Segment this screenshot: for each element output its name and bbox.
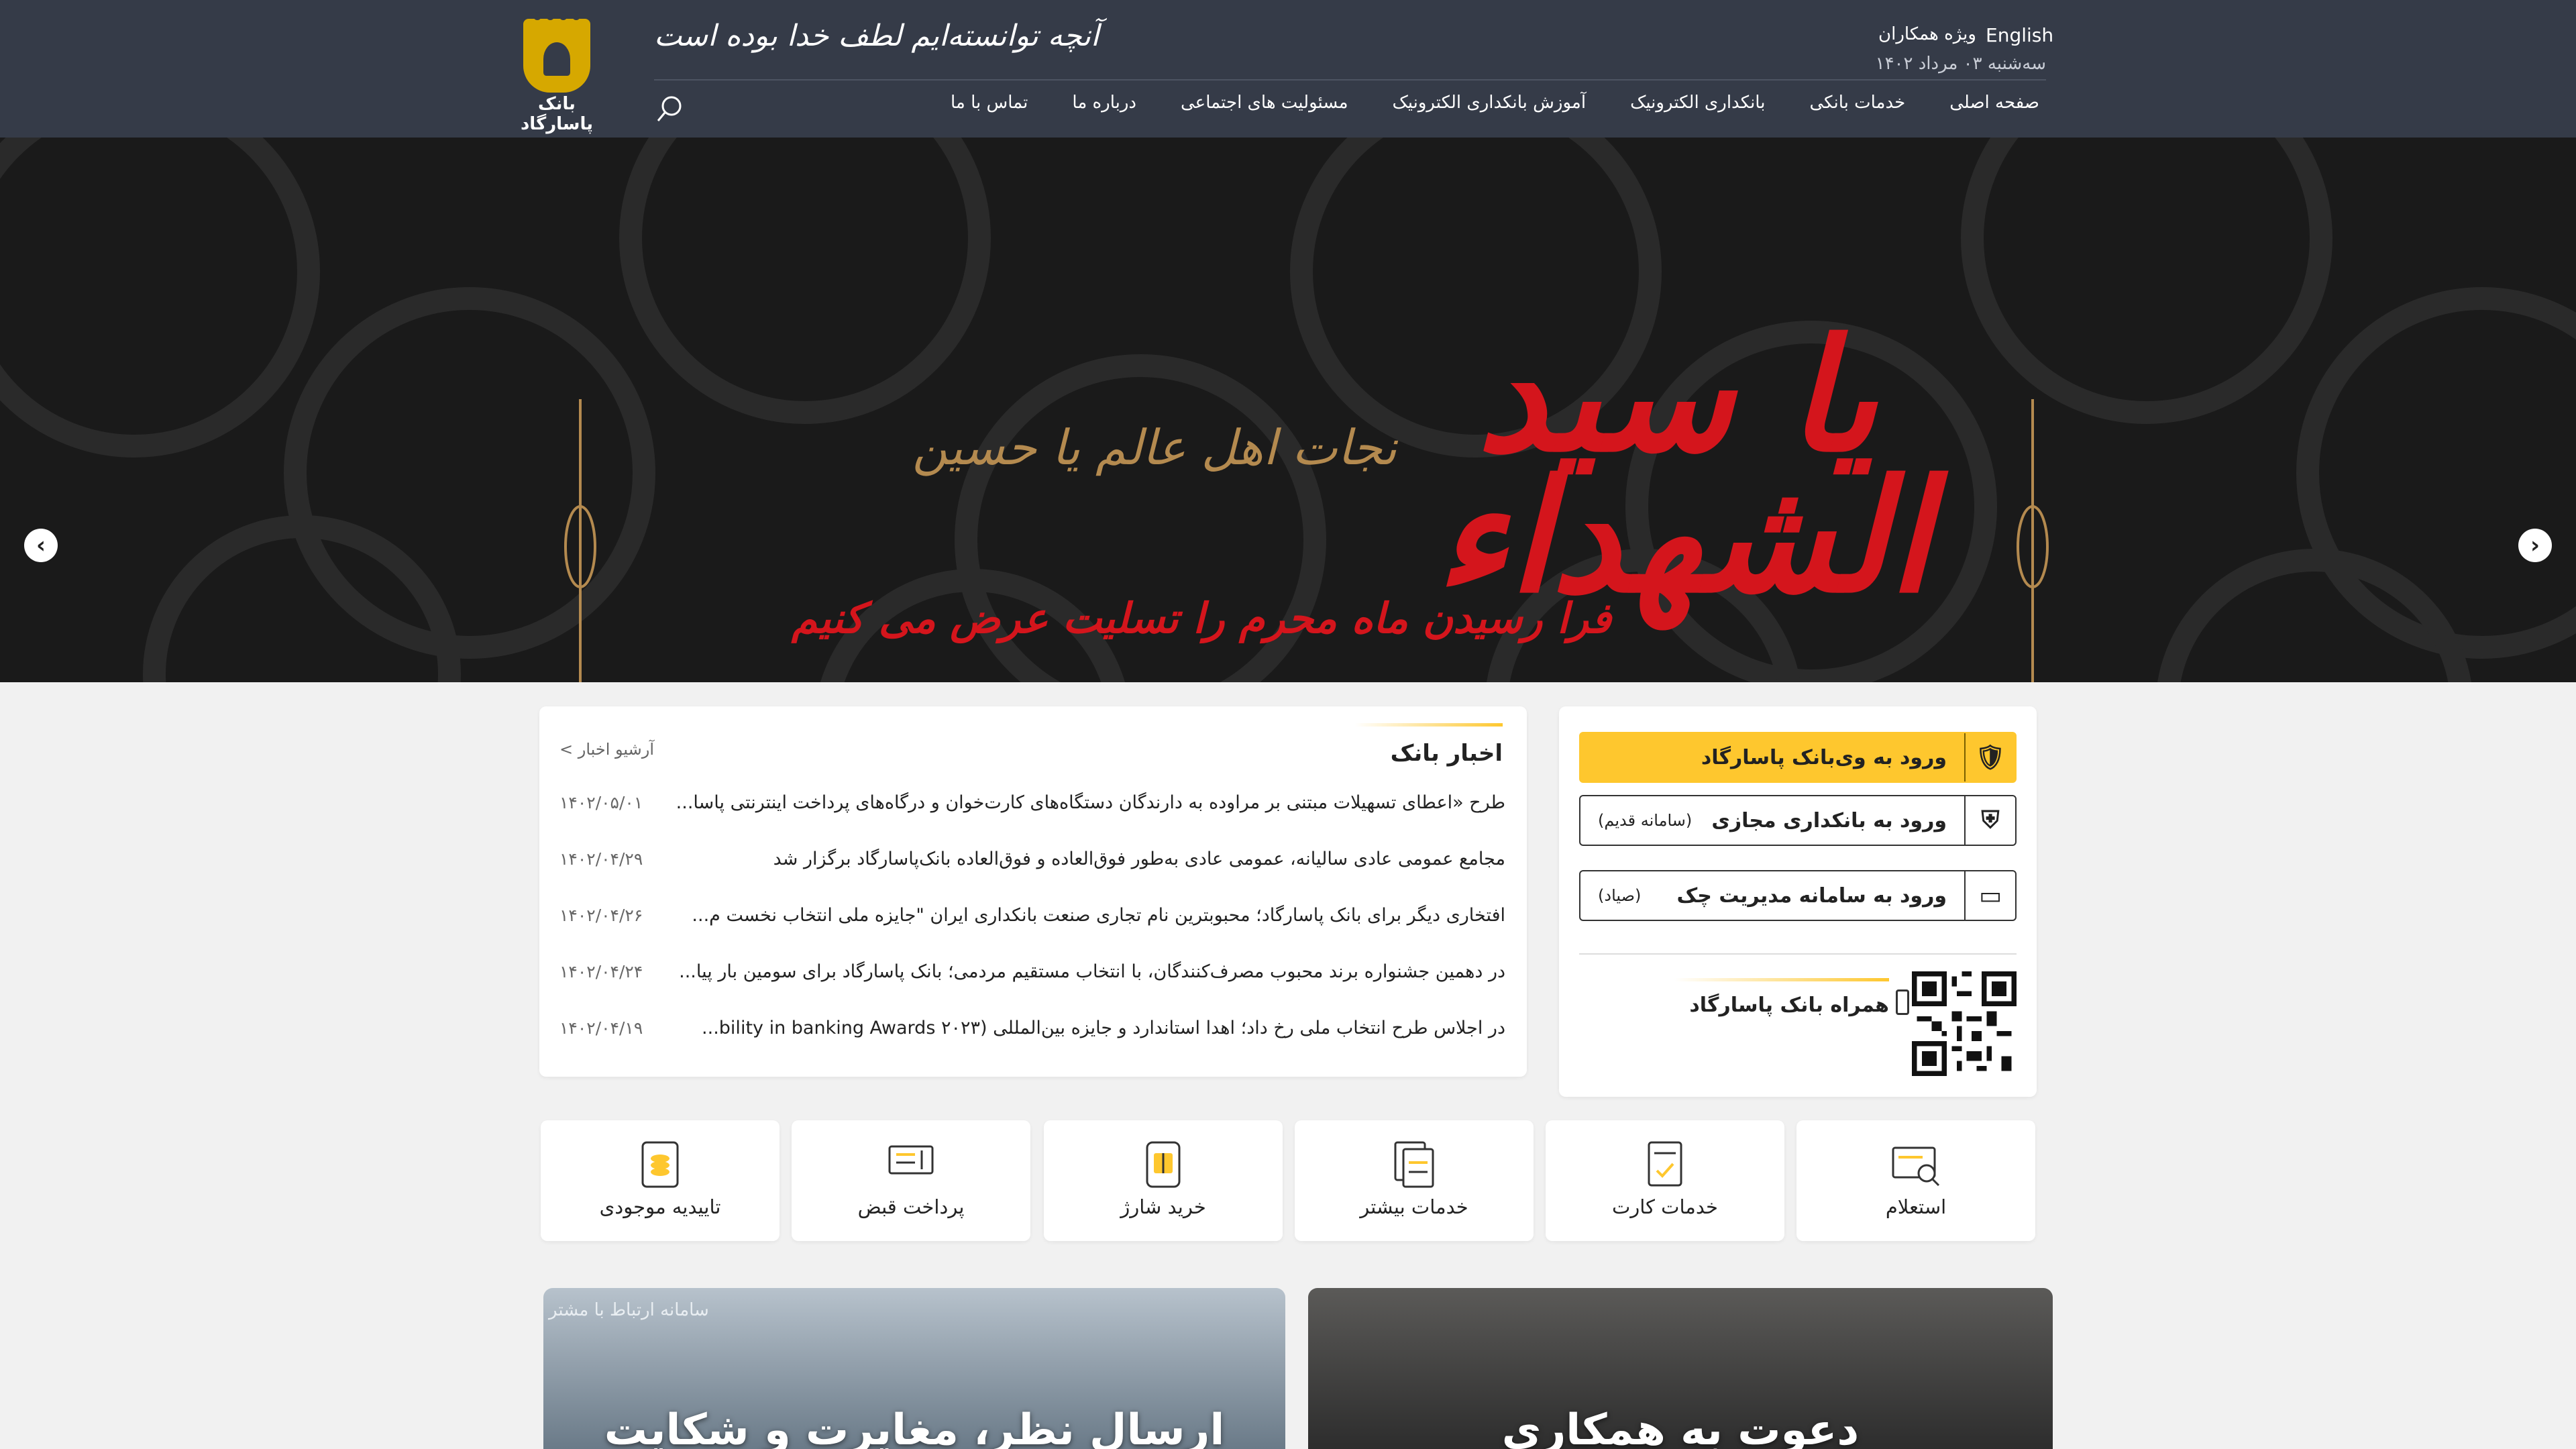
- service-charge[interactable]: خرید شارژ: [1044, 1120, 1283, 1241]
- chevron-icon: <: [559, 740, 574, 759]
- complaint-banner[interactable]: سامانه ارتباط با مشتر ارسال نظر، مغایرت …: [543, 1288, 1285, 1449]
- hero-caption: فرا رسیدن ماه محرم را تسلیت عرض می کنیم: [792, 594, 1611, 643]
- nav-about[interactable]: درباره ما: [1072, 93, 1136, 113]
- mobile-phone-icon: [1896, 989, 1909, 1015]
- partners-link[interactable]: ویژه همکاران: [1878, 24, 1976, 44]
- news-item-date: ۱۴۰۲/۰۴/۱۹: [559, 1018, 643, 1038]
- service-label: خرید شارژ: [1120, 1195, 1206, 1218]
- service-more[interactable]: خدمات بیشتر: [1295, 1120, 1534, 1241]
- logo-text: بانک پاسارگاد: [520, 94, 594, 134]
- news-item-date: ۱۴۰۲/۰۴/۲۹: [559, 849, 643, 869]
- news-card: اخبار بانک < آرشیو اخبار طرح «اعطای تسهی…: [539, 706, 1527, 1077]
- accent-bar: [1674, 978, 1889, 981]
- hero-slider[interactable]: یا سید الشهداء نجات اهل عالم یا حسین فرا…: [0, 138, 2576, 682]
- current-date: سه‌شنبه ۰۳ مرداد ۱۴۰۲: [1875, 54, 2046, 74]
- news-title: اخبار بانک: [1390, 740, 1503, 767]
- news-item[interactable]: مجامع عمومی عادی سالیانه، عمومی عادی به‌…: [559, 839, 1505, 879]
- service-label: خدمات بیشتر: [1360, 1195, 1468, 1218]
- bank-logo[interactable]: بانک پاسارگاد: [510, 12, 604, 134]
- shield-check-icon: 🛡: [1964, 733, 2015, 782]
- inquiry-icon: [1892, 1146, 1940, 1187]
- news-item-date: ۱۴۰۲/۰۴/۲۴: [559, 961, 643, 981]
- news-archive-label: آرشیو اخبار: [578, 740, 655, 759]
- webank-login-button[interactable]: 🛡 ورود به وی‌بانک پاسارگاد: [1579, 732, 2017, 783]
- check-management-login-button[interactable]: ▭ ورود به سامانه مدیریت چک (صیاد): [1579, 870, 2017, 921]
- lion-crest-icon: [523, 12, 590, 93]
- news-item[interactable]: در دهمین جشنواره برند محبوب مصرف‌کنندگان…: [559, 951, 1505, 991]
- mobile-bank-title[interactable]: همراه بانک پاسارگاد: [1689, 994, 1889, 1017]
- accent-bar: [1355, 723, 1503, 727]
- virtual-banking-label: ورود به بانکداری مجازی: [1711, 808, 1947, 833]
- login-card: 🛡 ورود به وی‌بانک پاسارگاد ⛨ ورود به بان…: [1559, 706, 2037, 1097]
- left-ornament: [564, 399, 596, 682]
- complaint-banner-subtitle: سامانه ارتباط با مشتر: [549, 1300, 709, 1320]
- shield-icon: ⛨: [1964, 796, 2015, 845]
- news-item-title[interactable]: افتخاری دیگر برای بانک پاسارگاد؛ محبوبتر…: [692, 905, 1505, 926]
- charge-icon: [1146, 1141, 1181, 1188]
- check-management-label: ورود به سامانه مدیریت چک: [1676, 883, 1947, 908]
- service-card-services[interactable]: خدمات کارت: [1546, 1120, 1784, 1241]
- right-ornament: [2017, 399, 2049, 682]
- news-item[interactable]: افتخاری دیگر برای بانک پاسارگاد؛ محبوبتر…: [559, 895, 1505, 935]
- news-item-title[interactable]: در اجلاس طرح انتخاب ملی رخ داد؛ اهدا است…: [702, 1018, 1505, 1038]
- webank-login-label: ورود به وی‌بانک پاسارگاد: [1701, 745, 1947, 769]
- nav-banking-services[interactable]: خدمات بانکی: [1809, 93, 1905, 113]
- bill-icon: [888, 1145, 934, 1175]
- main-nav: صفحه اصلی خدمات بانکی بانکداری الکترونیک…: [951, 93, 2039, 113]
- news-item-title[interactable]: طرح «اعطای تسهیلات مبتنی بر مراوده به دا…: [676, 792, 1505, 813]
- service-label: خدمات کارت: [1612, 1195, 1718, 1218]
- complaint-banner-title: ارسال نظر، مغایرت و شکایت: [604, 1405, 1225, 1449]
- nav-social-responsibility[interactable]: مسئولیت های اجتماعی: [1181, 93, 1348, 113]
- hero-subtitle: نجات اهل عالم یا حسین: [912, 419, 1397, 476]
- news-item-date: ۱۴۰۲/۰۴/۲۶: [559, 905, 643, 925]
- divider: [1579, 953, 2017, 955]
- service-balance[interactable]: تاییدیه موجودی: [541, 1120, 780, 1241]
- nav-e-banking-training[interactable]: آموزش بانکداری الکترونیک: [1393, 93, 1587, 113]
- service-label: تاییدیه موجودی: [599, 1195, 721, 1218]
- site-header: بانک پاسارگاد آنچه توانسته‌ایم لطف خدا ب…: [0, 0, 2576, 138]
- service-bill[interactable]: پرداخت قبض: [792, 1120, 1030, 1241]
- news-item-title[interactable]: مجامع عمومی عادی سالیانه، عمومی عادی به‌…: [773, 849, 1505, 869]
- nav-e-banking[interactable]: بانکداری الکترونیک: [1630, 93, 1765, 113]
- slider-prev-arrow-icon[interactable]: ‹: [24, 529, 58, 562]
- slider-next-arrow-icon[interactable]: ›: [2518, 529, 2552, 562]
- nav-contact[interactable]: تماس با ما: [951, 93, 1028, 113]
- more-services-icon: [1394, 1141, 1434, 1188]
- nav-home[interactable]: صفحه اصلی: [1949, 93, 2039, 113]
- news-archive-link[interactable]: < آرشیو اخبار: [559, 740, 654, 759]
- cooperation-banner-title: دعوت به همکاری: [1501, 1405, 1860, 1449]
- news-item-date: ۱۴۰۲/۰۵/۰۱: [559, 792, 643, 812]
- card-services-icon: [1648, 1141, 1682, 1187]
- virtual-banking-note: (سامانه قدیم): [1598, 811, 1693, 830]
- header-divider: [654, 79, 2046, 80]
- cooperation-banner[interactable]: دعوت به همکاری: [1308, 1288, 2053, 1449]
- service-inquiry[interactable]: استعلام: [1796, 1120, 2035, 1241]
- check-card-icon: ▭: [1964, 871, 2015, 920]
- news-item-title[interactable]: در دهمین جشنواره برند محبوب مصرف‌کنندگان…: [679, 961, 1505, 982]
- qr-code-icon[interactable]: [1912, 971, 2017, 1076]
- check-management-note: (صیاد): [1598, 886, 1642, 905]
- search-icon[interactable]: [655, 94, 685, 123]
- balance-icon: [641, 1141, 679, 1188]
- news-item[interactable]: در اجلاس طرح انتخاب ملی رخ داد؛ اهدا است…: [559, 1008, 1505, 1048]
- news-item[interactable]: طرح «اعطای تسهیلات مبتنی بر مراوده به دا…: [559, 782, 1505, 822]
- english-link[interactable]: English: [1986, 24, 2053, 46]
- virtual-banking-login-button[interactable]: ⛨ ورود به بانکداری مجازی (سامانه قدیم): [1579, 795, 2017, 846]
- service-label: استعلام: [1885, 1195, 1947, 1218]
- slogan: آنچه توانسته‌ایم لطف خدا بوده است: [654, 19, 1099, 53]
- service-label: پرداخت قبض: [857, 1195, 965, 1218]
